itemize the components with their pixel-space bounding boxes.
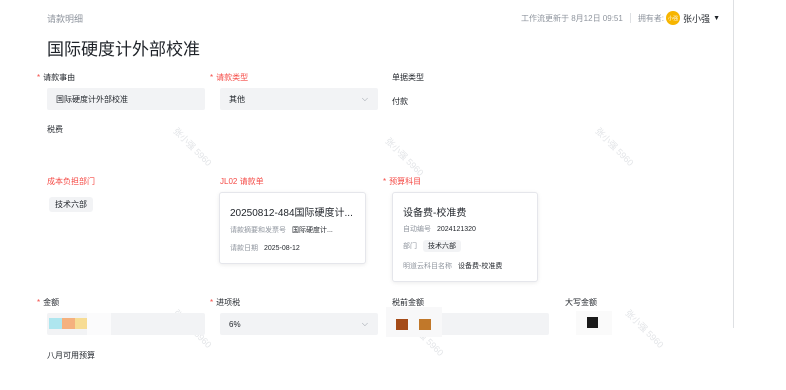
watermark: 张小强 5960 bbox=[593, 125, 636, 168]
card-row: 明道云科目名称 设备费-校准费 bbox=[403, 263, 503, 270]
reason-field[interactable]: 国际硬度计外部校准 bbox=[47, 88, 205, 110]
input-tax-select[interactable]: 6% ⌵ bbox=[220, 313, 378, 335]
jl02-record-card[interactable]: 20250812-484国际硬度计... 请款摘要和发票号 国际硬度计... 请款… bbox=[219, 192, 366, 264]
doc-type-value: 付款 bbox=[392, 97, 408, 106]
required-mark: * bbox=[37, 298, 41, 307]
field-label-cost-dept: 成本负担部门 bbox=[47, 177, 95, 186]
chevron-down-icon: ⌵ bbox=[361, 319, 368, 328]
cost-dept-tag[interactable]: 技术六部 bbox=[49, 197, 93, 212]
page-title: 国际硬度计外部校准 bbox=[47, 40, 200, 59]
avatar[interactable]: 小强 bbox=[666, 11, 681, 25]
field-label-august-budget: 八月可用预算 bbox=[47, 351, 95, 360]
field-label-tax: 税费 bbox=[47, 125, 63, 134]
redacted-block bbox=[49, 318, 62, 329]
field-label-reason: * 请款事由 bbox=[37, 73, 76, 82]
redacted-block bbox=[75, 318, 87, 329]
field-label-capital: 大写金额 bbox=[565, 298, 597, 307]
updated-time: 工作流更新于 8月12日 09:51 bbox=[521, 13, 623, 23]
type-select[interactable]: 其他 ⌵ bbox=[220, 88, 378, 110]
field-label-jl02: JL02 请款单 bbox=[220, 177, 264, 186]
amount-field[interactable] bbox=[47, 313, 205, 335]
card-row: 请款日期 2025-08-12 bbox=[230, 244, 300, 253]
redacted-block bbox=[386, 307, 442, 337]
field-label-budget: * 预算科目 bbox=[383, 177, 422, 186]
required-mark: * bbox=[37, 73, 41, 82]
redacted-block bbox=[419, 319, 431, 330]
watermark: 张小强 5960 bbox=[623, 307, 666, 350]
field-label-input-tax: * 进项税 bbox=[210, 298, 241, 307]
redacted-block bbox=[87, 313, 111, 335]
card-row: 请款摘要和发票号 国际硬度计... bbox=[230, 227, 333, 234]
card-title: 20250812-484国际硬度计... bbox=[230, 208, 353, 219]
watermark: 张小强 5960 bbox=[383, 135, 426, 178]
required-mark: * bbox=[383, 177, 387, 186]
field-label-doc-type: 单据类型 bbox=[392, 73, 424, 82]
redacted-block bbox=[396, 319, 408, 330]
vertical-divider bbox=[733, 0, 734, 328]
required-mark: * bbox=[210, 298, 214, 307]
redacted-block bbox=[62, 318, 75, 329]
chevron-down-icon: ⌵ bbox=[361, 94, 368, 103]
owner-name[interactable]: 张小强 bbox=[683, 12, 710, 25]
watermark: 张小强 5960 bbox=[171, 125, 214, 168]
field-label-amount: * 金额 bbox=[37, 298, 60, 307]
type-select-value: 其他 bbox=[229, 94, 245, 104]
record-meta-bar: 工作流更新于 8月12日 09:51 拥有者: 小强 张小强 ▼ bbox=[521, 11, 720, 25]
owner-label: 拥有者: bbox=[637, 13, 665, 23]
redacted-block bbox=[587, 317, 598, 328]
chevron-down-icon[interactable]: ▼ bbox=[713, 15, 720, 22]
input-tax-value: 6% bbox=[229, 319, 241, 329]
pretax-field[interactable] bbox=[386, 307, 549, 337]
required-mark: * bbox=[210, 73, 214, 82]
card-row: 部门 技术六部 bbox=[403, 240, 461, 252]
budget-record-card[interactable]: 设备费-校准费 自动编号 2024121320 部门 技术六部 明道云科目名称 设备费… bbox=[392, 192, 538, 282]
card-row: 自动编号 2024121320 bbox=[403, 225, 476, 234]
divider bbox=[629, 13, 631, 23]
field-label-type: * 请款类型 bbox=[210, 73, 249, 82]
breadcrumb[interactable]: 请款明细 bbox=[47, 12, 83, 25]
card-title: 设备费-校准费 bbox=[403, 208, 467, 219]
